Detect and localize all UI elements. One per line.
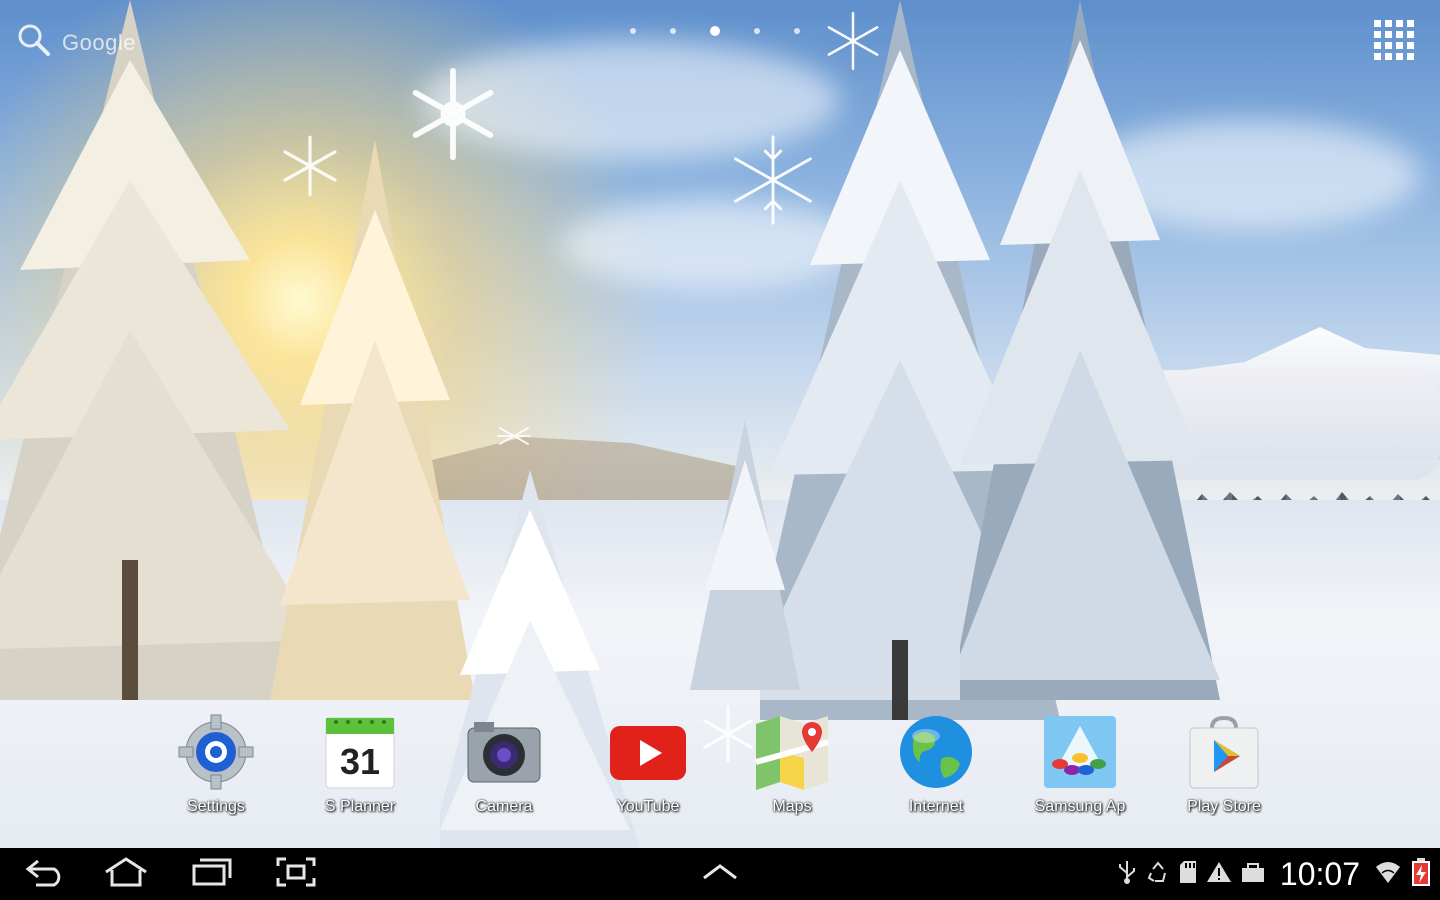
navigation-bar: 10:07 (0, 848, 1440, 900)
snowflake (482, 418, 546, 459)
search-label: Google (62, 29, 136, 55)
app-maps[interactable]: Maps (727, 712, 857, 816)
chevron-up-icon (700, 862, 740, 887)
recents-button[interactable] (184, 856, 240, 892)
screenshot-button[interactable] (268, 856, 324, 892)
status-clock: 10:07 (1279, 855, 1360, 892)
drawer-handle[interactable] (696, 856, 744, 892)
app-settings[interactable]: Settings (151, 712, 281, 816)
app-internet[interactable]: Internet (871, 712, 1001, 816)
calendar-badge: 31 (340, 741, 380, 782)
status-area[interactable]: 10:07 (1116, 848, 1432, 900)
usb-icon (1116, 859, 1138, 890)
page-dot[interactable] (794, 28, 800, 34)
home-button[interactable] (98, 856, 154, 892)
youtube-play-icon (608, 712, 688, 792)
recycle-icon (1146, 860, 1170, 889)
apps-button[interactable] (1372, 18, 1418, 69)
app-label: Internet (908, 798, 964, 815)
snowflake (405, 62, 501, 171)
sd-card-icon (1178, 859, 1198, 890)
app-label: Play Store (1187, 798, 1261, 815)
snowy-tree (690, 420, 800, 690)
app-grid-icon (1372, 20, 1418, 68)
page-dot[interactable] (754, 28, 760, 34)
home-icon (102, 856, 150, 893)
page-dot-active[interactable] (710, 26, 720, 36)
bag-icon (1240, 860, 1266, 889)
app-label: Settings (187, 798, 245, 815)
app-label: Camera (475, 798, 533, 815)
settings-gear-icon (176, 712, 256, 792)
camera-icon (464, 712, 544, 792)
back-icon (24, 857, 68, 892)
app-label: YouTube (616, 798, 680, 815)
app-samsung-apps[interactable]: Samsung Ap (1015, 712, 1145, 816)
globe-icon (896, 712, 976, 792)
page-dot[interactable] (670, 28, 676, 34)
wifi-icon (1374, 859, 1402, 890)
snowflake (725, 132, 821, 233)
page-indicator (630, 26, 800, 36)
play-store-icon (1184, 712, 1264, 792)
app-label: Samsung Ap (1034, 798, 1126, 815)
calendar-icon: 31 (320, 712, 400, 792)
snowflake (278, 132, 342, 205)
app-dock: Settings 31 S Planner Camera YouTube Map… (0, 712, 1440, 822)
app-play-store[interactable]: Play Store (1159, 712, 1289, 816)
samsung-apps-icon (1040, 712, 1120, 792)
snowy-tree (960, 0, 1220, 700)
app-label: Maps (772, 798, 812, 815)
back-button[interactable] (18, 856, 74, 892)
search-icon (16, 22, 52, 63)
maps-icon (752, 712, 832, 792)
app-youtube[interactable]: YouTube (583, 712, 713, 816)
warning-icon (1206, 860, 1232, 889)
app-s-planner[interactable]: 31 S Planner (295, 712, 425, 816)
app-camera[interactable]: Camera (439, 712, 569, 816)
screenshot-icon (275, 856, 317, 893)
app-label: S Planner (324, 798, 396, 815)
battery-charging-icon (1410, 857, 1432, 892)
recents-icon (190, 856, 234, 893)
snowflake (822, 8, 884, 79)
google-search-widget[interactable]: Google (16, 22, 136, 63)
page-dot[interactable] (630, 28, 636, 34)
